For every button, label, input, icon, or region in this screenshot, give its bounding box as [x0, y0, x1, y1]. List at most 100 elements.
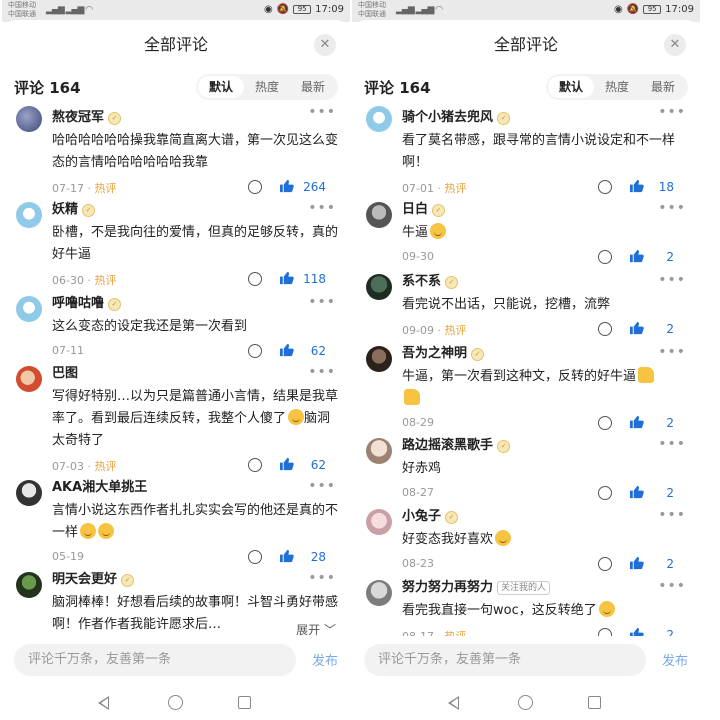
- comment-author[interactable]: 妖精 ✓: [52, 200, 338, 220]
- more-icon[interactable]: •••: [308, 200, 336, 216]
- comment-author[interactable]: 熬夜冠军 ✓: [52, 108, 338, 128]
- reply-icon[interactable]: [598, 250, 612, 264]
- thumbs-up-icon[interactable]: [279, 343, 294, 357]
- more-icon[interactable]: •••: [308, 478, 336, 494]
- author-name: 小兔子: [402, 509, 442, 524]
- count-row: 评论 164 默认 热度 最新: [352, 70, 700, 104]
- reply-icon[interactable]: [248, 180, 262, 194]
- smile-emoji-icon: [98, 523, 115, 539]
- sort-tab-default[interactable]: 默认: [548, 76, 594, 98]
- recents-icon[interactable]: [588, 696, 601, 709]
- avatar[interactable]: [16, 296, 42, 322]
- thumbs-up-icon[interactable]: [629, 556, 644, 570]
- thumbs-up-icon[interactable]: [629, 179, 644, 193]
- comment-author[interactable]: 路边摇滚黑歌手 ✓: [402, 436, 688, 456]
- avatar[interactable]: [16, 202, 42, 228]
- reply-icon[interactable]: [248, 458, 262, 472]
- sort-tab-latest[interactable]: 最新: [290, 76, 336, 98]
- avatar[interactable]: [16, 366, 42, 392]
- avatar[interactable]: [366, 274, 392, 300]
- back-icon[interactable]: [448, 696, 459, 710]
- avatar[interactable]: [366, 106, 392, 132]
- like-count: 18: [658, 180, 674, 194]
- reply-icon[interactable]: [598, 322, 612, 336]
- sort-tabs: 默认 热度 最新: [196, 74, 338, 100]
- reply-icon[interactable]: [248, 344, 262, 358]
- comment-count: 评论 164: [364, 79, 431, 97]
- more-icon[interactable]: •••: [308, 570, 336, 586]
- more-icon[interactable]: •••: [658, 436, 686, 452]
- comment-input[interactable]: 评论千万条，友善第一条: [364, 644, 646, 676]
- avatar[interactable]: [16, 572, 42, 598]
- thumbs-up-icon[interactable]: [279, 549, 294, 563]
- reply-icon[interactable]: [598, 416, 612, 430]
- comment-text: 好赤鸡: [402, 461, 442, 476]
- avatar[interactable]: [366, 202, 392, 228]
- thumbs-up-icon[interactable]: [629, 415, 644, 429]
- comment-author[interactable]: 系不系 ✓: [402, 272, 688, 292]
- more-icon[interactable]: •••: [658, 104, 686, 120]
- thumbs-up-icon[interactable]: [629, 249, 644, 263]
- reply-icon[interactable]: [598, 557, 612, 571]
- publish-button[interactable]: 发布: [662, 650, 688, 669]
- sort-tab-default[interactable]: 默认: [198, 76, 244, 98]
- comment-author[interactable]: 明天会更好 ✓: [52, 570, 338, 590]
- comment-list: 熬夜冠军 ✓ ••• 哈哈哈哈哈哈操我靠简直离大谱，第一次见这么变态的言情哈哈哈哈…: [2, 104, 350, 638]
- home-icon[interactable]: [518, 695, 533, 710]
- comment-item: 小兔子 ✓ ••• 好变态我好喜欢 08-23 2: [352, 507, 700, 578]
- thumbs-up-icon[interactable]: [629, 321, 644, 335]
- comment-author[interactable]: 呼噜咕噜 ✓: [52, 294, 338, 314]
- thumbs-up-icon[interactable]: [629, 485, 644, 499]
- more-icon[interactable]: •••: [658, 272, 686, 288]
- more-icon[interactable]: •••: [658, 507, 686, 523]
- date-text: 09-09: [402, 324, 434, 337]
- more-icon[interactable]: •••: [658, 578, 686, 594]
- avatar[interactable]: [366, 438, 392, 464]
- comment-author[interactable]: AKA湘大单挑王: [52, 478, 338, 498]
- chevron-down-icon: ﹀: [323, 623, 336, 637]
- comment-item: 呼噜咕噜 ✓ ••• 这么变态的设定我还是第一次看到 07-11 62: [2, 294, 350, 364]
- author-name: 巴图: [52, 366, 79, 381]
- more-icon[interactable]: •••: [658, 200, 686, 216]
- comment-author[interactable]: 巴图: [52, 364, 338, 384]
- eye-icon: ◉: [613, 4, 623, 15]
- sort-tab-hot[interactable]: 热度: [594, 76, 640, 98]
- close-icon[interactable]: ✕: [664, 34, 686, 56]
- reply-icon[interactable]: [248, 272, 262, 286]
- reply-icon[interactable]: [598, 486, 612, 500]
- thumbs-up-icon[interactable]: [279, 179, 294, 193]
- comment-meta: 09-30 2: [402, 246, 688, 270]
- avatar[interactable]: [366, 580, 392, 606]
- reply-icon[interactable]: [248, 550, 262, 564]
- more-icon[interactable]: •••: [308, 104, 336, 120]
- recents-icon[interactable]: [238, 696, 251, 709]
- close-icon[interactable]: ✕: [314, 34, 336, 56]
- comment-input[interactable]: 评论千万条，友善第一条: [14, 644, 296, 676]
- author-name: 熬夜冠军: [52, 110, 105, 125]
- comment-author[interactable]: 吾为之神明 ✓: [402, 344, 688, 364]
- sort-tab-hot[interactable]: 热度: [244, 76, 290, 98]
- publish-button[interactable]: 发布: [312, 650, 338, 669]
- more-icon[interactable]: •••: [658, 344, 686, 360]
- comment-author[interactable]: 日白 ✓: [402, 200, 688, 220]
- avatar[interactable]: [366, 346, 392, 372]
- thumbs-up-icon[interactable]: [279, 271, 294, 285]
- back-icon[interactable]: [98, 696, 109, 710]
- comment-author[interactable]: 骑个小猪去兜风 ✓: [402, 108, 688, 128]
- more-icon[interactable]: •••: [308, 364, 336, 380]
- avatar[interactable]: [16, 106, 42, 132]
- comment-author[interactable]: 努力努力再努力 关注我的人: [402, 578, 688, 598]
- avatar[interactable]: [366, 509, 392, 535]
- comment-author[interactable]: 小兔子 ✓: [402, 507, 688, 527]
- comment-text: 写得好特别…以为只是篇普通小言情，结果是我草率了。看到最后连续反转，我整个人傻了…: [52, 386, 338, 452]
- sort-tab-latest[interactable]: 最新: [640, 76, 686, 98]
- home-icon[interactable]: [168, 695, 183, 710]
- more-icon[interactable]: •••: [308, 294, 336, 310]
- mute-icon: 🔕: [626, 4, 640, 15]
- comment-meta: 08-29 2: [402, 412, 688, 436]
- reply-icon[interactable]: [598, 180, 612, 194]
- comment-list: 骑个小猪去兜风 ✓ ••• 看了莫名带感，跟寻常的言情小说设定和不一样啊！ 07-…: [352, 104, 700, 648]
- thumbs-up-icon[interactable]: [279, 457, 294, 471]
- avatar[interactable]: [16, 480, 42, 506]
- like-count: 62: [310, 344, 326, 358]
